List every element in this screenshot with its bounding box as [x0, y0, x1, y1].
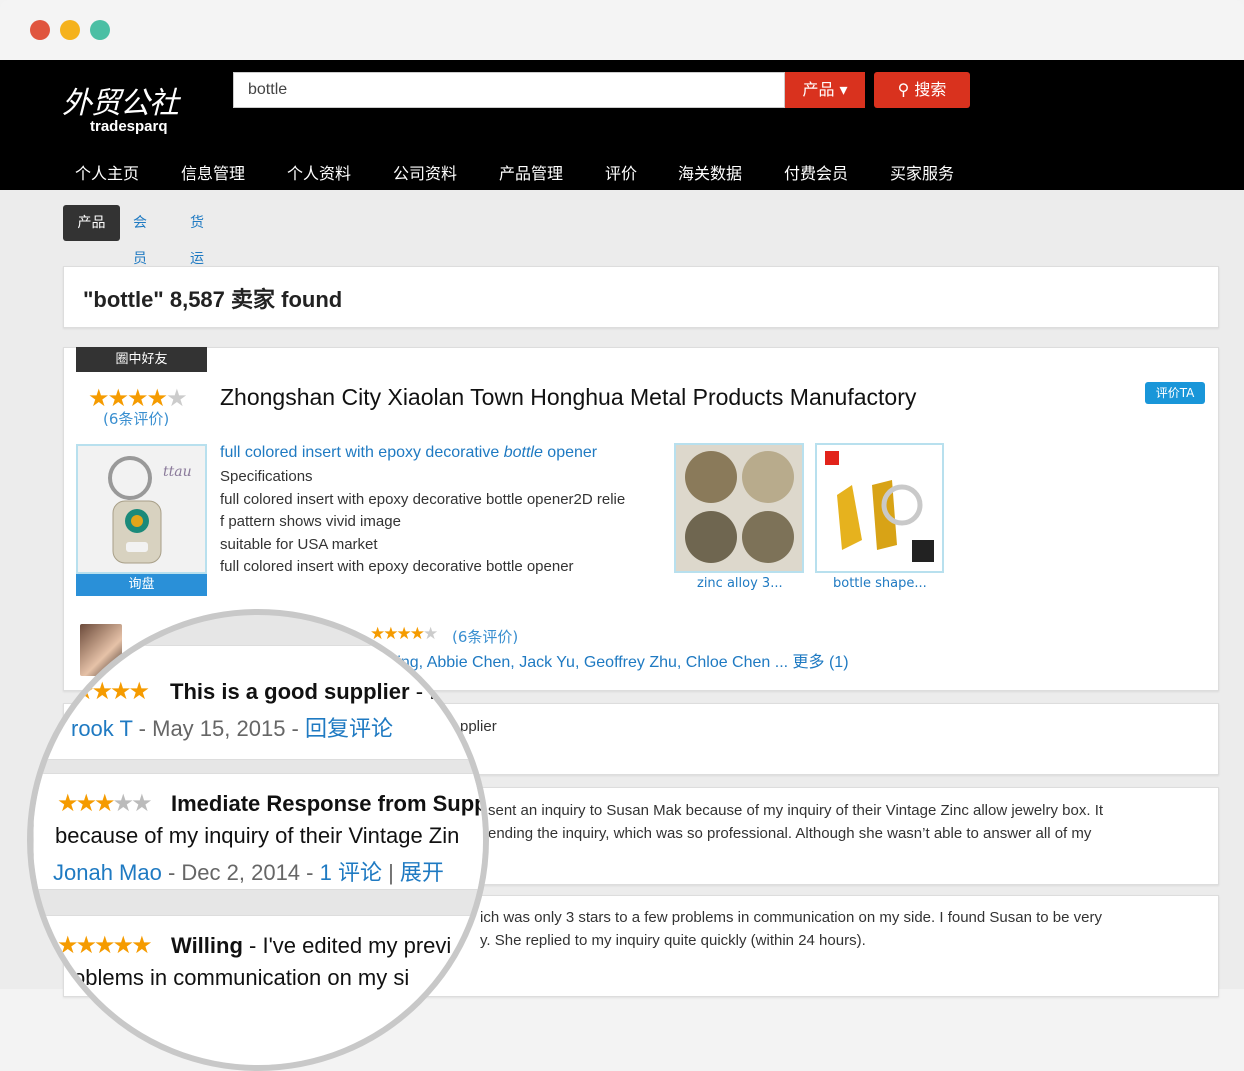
review-rating-stars: ★★★★★ [57, 931, 153, 959]
review-title-trail: I [429, 679, 436, 704]
review-title-text: Imediate Response from Supp [171, 791, 488, 816]
product-title-keyword: bottle [503, 444, 543, 461]
review-date: - May 15, 2015 - [132, 716, 305, 741]
review-rating-stars: ★★★★ [73, 677, 150, 705]
related-product-label[interactable]: zinc alloy 3... [697, 576, 783, 591]
bottle-shape-keychain-image [817, 445, 942, 571]
product-title-link[interactable]: full colored insert with epoxy decorativ… [220, 444, 597, 462]
product-spec-line: suitable for USA market [220, 536, 378, 553]
search-icon: ⚲ [897, 80, 910, 99]
nav-item-profile[interactable]: 个人资料 [287, 160, 351, 184]
tab-products[interactable]: 产品 [63, 205, 120, 241]
company-rating-count[interactable]: (6条评价) [103, 408, 169, 429]
review-title-text: This is a good supplier [170, 679, 410, 704]
magnifier-lens: ★★★★ This is a good supplier - I rook T … [27, 609, 489, 1071]
related-product-label[interactable]: bottle shape... [833, 576, 927, 591]
product-spec-line: full colored insert with epoxy decorativ… [220, 491, 626, 508]
related-product-image[interactable] [815, 443, 944, 573]
rate-button[interactable]: 评价TA [1145, 382, 1205, 404]
magnified-reviews: ★★★★ This is a good supplier - I rook T … [33, 615, 488, 1065]
review-snippet: ich was only 3 stars to a few problems i… [480, 909, 1102, 926]
review-body: oblems in communication on my si [73, 965, 410, 990]
company-name[interactable]: Zhongshan City Xiaolan Town Honghua Meta… [220, 384, 916, 411]
friends-badge: 圈中好友 [76, 347, 207, 372]
nav-item-company[interactable]: 公司资料 [393, 160, 457, 184]
nav-item-info[interactable]: 信息管理 [181, 160, 245, 184]
logo-chinese[interactable]: 外贸公社 [62, 78, 179, 122]
nav-item-buyer-service[interactable]: 买家服务 [890, 160, 954, 184]
results-title: "bottle" 8,587 卖家 found [83, 287, 343, 312]
product-title-prefix: full colored insert with epoxy decorativ… [220, 444, 504, 461]
nav-item-membership[interactable]: 付费会员 [784, 160, 848, 184]
nav-item-customs[interactable]: 海关数据 [678, 160, 742, 184]
search-type-dropdown[interactable]: 产品 ▾ [785, 72, 865, 108]
review-author-link[interactable]: Jonah Mao [53, 860, 162, 885]
inquire-button[interactable]: 询盘 [76, 574, 207, 596]
nav-item-home[interactable]: 个人主页 [75, 160, 139, 184]
comments-link[interactable]: 1 评论 [320, 860, 382, 885]
product-spec-line: Specifications [220, 468, 313, 485]
review-meta: rook T - May 15, 2015 - 回复评论 [71, 711, 393, 743]
search-button-label: 搜索 [914, 80, 947, 99]
review-title: This is a good supplier - I [170, 679, 435, 705]
logo-english[interactable]: tradesparq [90, 118, 168, 135]
review-body: - I've edited my previ [242, 933, 452, 958]
review-title-text: Willing [171, 933, 243, 958]
bottle-opener-image: ttau [78, 446, 205, 572]
search-button[interactable]: ⚲ 搜索 [874, 72, 970, 108]
review-body: because of my inquiry of their Vintage Z… [55, 823, 460, 848]
review-snippet: ending the inquiry, which was so profess… [488, 825, 1092, 842]
nav-item-reviews[interactable]: 评价 [605, 160, 637, 184]
svg-text:ttau: ttau [163, 464, 192, 480]
maximize-window-button[interactable] [90, 20, 110, 40]
main-nav: 个人主页 信息管理 个人资料 公司资料 产品管理 评价 海关数据 付费会员 买家… [0, 150, 1244, 190]
product-spec-line: full colored insert with epoxy decorativ… [220, 558, 574, 575]
product-title-suffix: opener [542, 444, 598, 461]
tab-members[interactable]: 会员 [133, 205, 147, 267]
minimize-window-button[interactable] [60, 20, 80, 40]
search-input[interactable]: bottle [233, 72, 785, 108]
nav-item-products[interactable]: 产品管理 [499, 160, 563, 184]
review-title: Imediate Response from Supp [171, 791, 488, 817]
zinc-alloy-coins-image [676, 445, 802, 571]
meta-separator: | [381, 860, 400, 885]
browser-chrome [0, 0, 1244, 60]
review-author-link[interactable]: rook T [71, 716, 133, 741]
close-window-button[interactable] [30, 20, 50, 40]
review-rating-stars: ★★★★★ [57, 789, 153, 817]
related-product-image[interactable] [674, 443, 804, 573]
review-date: - Dec 2, 2014 - [161, 860, 320, 885]
product-image[interactable]: ttau [76, 444, 207, 574]
reply-review-link[interactable]: 回复评论 [305, 716, 393, 741]
expand-link[interactable]: 展开 [400, 860, 444, 885]
review-snippet: sent an inquiry to Susan Mak because of … [488, 802, 1104, 819]
product-spec-line: f pattern shows vivid image [220, 513, 401, 530]
review-meta: Jonah Mao - Dec 2, 2014 - 1 评论 | 展开 [53, 855, 444, 887]
tab-shipping[interactable]: 货运 [190, 205, 204, 267]
review-snippet: y. She replied to my inquiry quite quick… [480, 932, 866, 949]
review-title: Willing - I've edited my previ [171, 933, 451, 959]
review-title-dash: - [409, 679, 430, 704]
